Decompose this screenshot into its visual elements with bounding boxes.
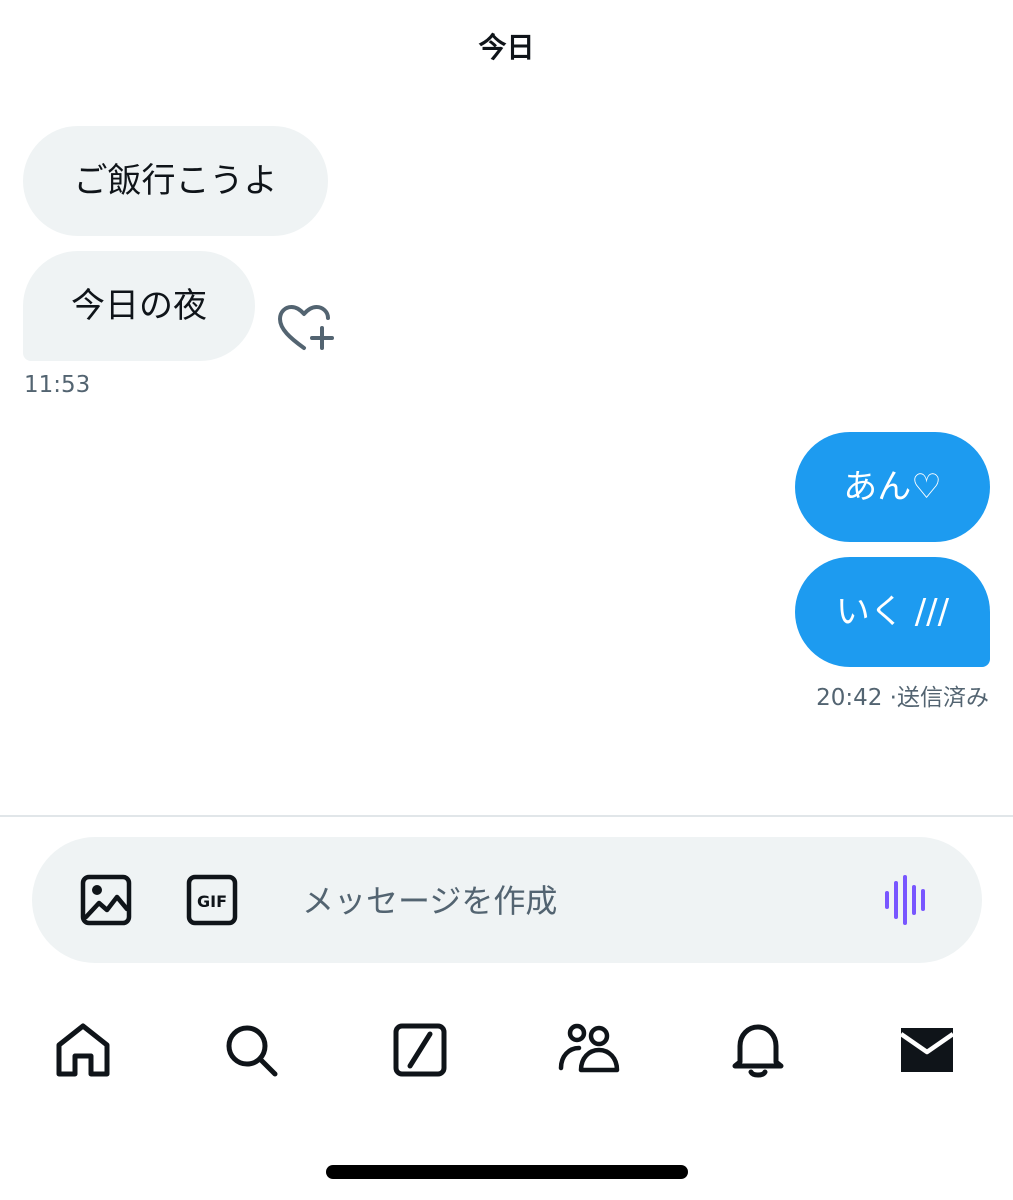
sent-status: 20:42 ·送信済み	[816, 685, 989, 711]
message-text: ご飯行こうよ	[73, 161, 278, 201]
add-image-button[interactable]	[79, 873, 133, 927]
home-icon	[56, 1023, 110, 1077]
search-icon	[226, 1025, 278, 1077]
message-text: 今日の夜	[71, 286, 207, 326]
voice-message-button[interactable]	[880, 873, 934, 927]
tab-home[interactable]	[51, 1018, 115, 1082]
divider	[0, 815, 1013, 817]
received-timestamp: 11:53	[24, 372, 91, 398]
tab-messages[interactable]	[895, 1018, 959, 1082]
tab-search[interactable]	[219, 1018, 283, 1082]
received-message-bubble[interactable]: ご飯行こうよ	[23, 126, 328, 236]
message-text: あん♡	[843, 467, 942, 507]
sent-message-bubble[interactable]: いく ///	[795, 557, 990, 667]
image-icon	[80, 874, 132, 926]
tab-notifications[interactable]	[726, 1018, 790, 1082]
tab-communities[interactable]	[557, 1018, 621, 1082]
grok-icon	[393, 1023, 447, 1077]
add-gif-button[interactable]: GIF	[185, 873, 239, 927]
message-text: いく ///	[835, 592, 950, 632]
gif-label: GIF	[197, 892, 227, 911]
sent-message-bubble[interactable]: あん♡	[795, 432, 990, 542]
received-message-bubble[interactable]: 今日の夜	[23, 251, 255, 361]
communities-icon	[558, 1023, 620, 1073]
message-input[interactable]	[300, 875, 864, 927]
tab-grok[interactable]	[388, 1018, 452, 1082]
message-composer: GIF	[32, 837, 982, 963]
heart-plus-icon	[278, 305, 334, 350]
notifications-icon	[732, 1024, 784, 1078]
home-indicator	[326, 1165, 688, 1179]
add-reaction-button[interactable]	[276, 302, 336, 356]
bottom-tab-bar	[0, 1000, 1013, 1100]
gif-icon: GIF	[186, 874, 238, 926]
messages-icon	[899, 1028, 955, 1072]
date-header: 今日	[478, 31, 535, 64]
voice-waveform-icon	[885, 875, 925, 925]
